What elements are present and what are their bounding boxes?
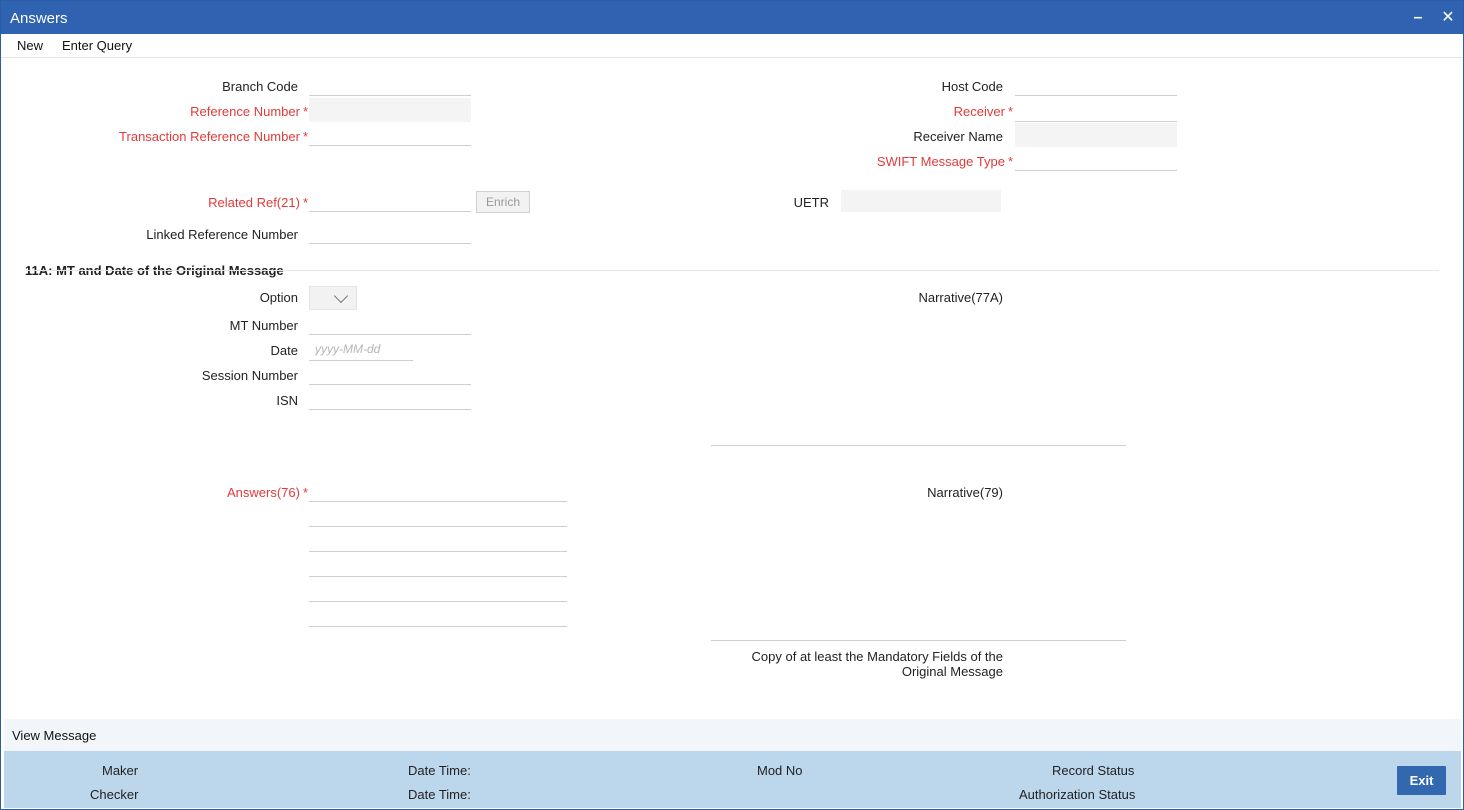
receiver-name-label: Receiver Name	[913, 129, 1003, 144]
linked-reference-number-label: Linked Reference Number	[146, 227, 298, 242]
receiver-input[interactable]	[1015, 98, 1177, 122]
receiver-label: Receiver *	[953, 104, 1013, 119]
answers-76-line-4[interactable]	[309, 576, 567, 577]
form-content: Branch Code Reference Number * Transactio…	[4, 59, 1461, 719]
audit-footer: Maker Checker Date Time: Date Time: Mod …	[4, 751, 1461, 808]
section-divider	[25, 270, 1439, 271]
chevron-down-icon	[333, 288, 349, 304]
related-ref-label: Related Ref(21) *	[208, 195, 308, 210]
isn-input[interactable]	[309, 386, 471, 410]
authorization-status-label: Authorization Status	[1019, 787, 1136, 802]
answers-76-line-1[interactable]	[309, 501, 567, 502]
reference-number-label: Reference Number *	[190, 104, 308, 119]
new-button[interactable]: New	[17, 38, 43, 53]
maker-date-time-label: Date Time:	[408, 763, 471, 778]
branch-code-label: Branch Code	[222, 79, 298, 94]
maker-label: Maker	[102, 763, 139, 778]
branch-code-input[interactable]	[309, 72, 471, 96]
host-code-label: Host Code	[941, 79, 1003, 94]
close-icon[interactable]: ✕	[1437, 7, 1459, 29]
swift-message-type-input[interactable]	[1015, 147, 1177, 171]
exit-button[interactable]: Exit	[1397, 766, 1446, 795]
checker-date-time-label: Date Time:	[408, 787, 471, 802]
enter-query-button[interactable]: Enter Query	[62, 38, 132, 53]
receiver-name-input[interactable]	[1015, 123, 1177, 147]
mt-number-label: MT Number	[229, 318, 298, 333]
minimize-icon[interactable]: –	[1407, 7, 1429, 29]
answers-76-line-3[interactable]	[309, 551, 567, 552]
enrich-button[interactable]: Enrich	[476, 191, 530, 213]
narrative-77a-textarea[interactable]	[711, 445, 1126, 446]
host-code-input[interactable]	[1015, 72, 1177, 96]
reference-number-input[interactable]	[309, 98, 471, 122]
linked-reference-number-input[interactable]	[309, 220, 471, 244]
isn-label: ISN	[276, 393, 298, 408]
answers-76-line-2[interactable]	[309, 526, 567, 527]
mt-number-input[interactable]	[309, 311, 471, 335]
date-input[interactable]	[309, 337, 413, 361]
checker-label: Checker	[90, 787, 139, 802]
answers-76-line-6[interactable]	[309, 626, 567, 627]
uetr-label: UETR	[793, 195, 829, 210]
narrative-77a-label: Narrative(77A)	[918, 290, 1003, 305]
related-ref-input[interactable]	[309, 188, 471, 212]
answers-window: Answers – ✕ New Enter Query Branch Code …	[0, 0, 1464, 810]
option-select[interactable]	[309, 286, 357, 310]
mod-no-label: Mod No	[757, 763, 803, 778]
title-bar: Answers – ✕	[1, 1, 1463, 34]
option-label: Option	[259, 290, 298, 305]
transaction-reference-number-input[interactable]	[309, 122, 471, 146]
view-message-link[interactable]: View Message	[12, 728, 96, 743]
answers-76-label: Answers(76) *	[226, 485, 308, 500]
uetr-input[interactable]	[841, 190, 1001, 212]
copy-mandatory-fields-label-line2: Original Message	[901, 664, 1003, 679]
narrative-79-label: Narrative(79)	[927, 485, 1003, 500]
session-number-label: Session Number	[201, 368, 298, 383]
session-number-input[interactable]	[309, 361, 471, 385]
view-message-bar: View Message	[4, 719, 1461, 751]
swift-message-type-label: SWIFT Message Type *	[876, 154, 1013, 169]
record-status-label: Record Status	[1052, 763, 1135, 778]
transaction-reference-number-label: Transaction Reference Number *	[119, 129, 308, 144]
date-label: Date	[270, 343, 298, 358]
answers-76-line-5[interactable]	[309, 601, 567, 602]
narrative-79-textarea[interactable]	[711, 640, 1126, 641]
window-title: Answers	[10, 10, 68, 27]
menu-bar: New Enter Query	[1, 34, 1463, 58]
copy-mandatory-fields-label-line1: Copy of at least the Mandatory Fields of…	[751, 649, 1003, 664]
